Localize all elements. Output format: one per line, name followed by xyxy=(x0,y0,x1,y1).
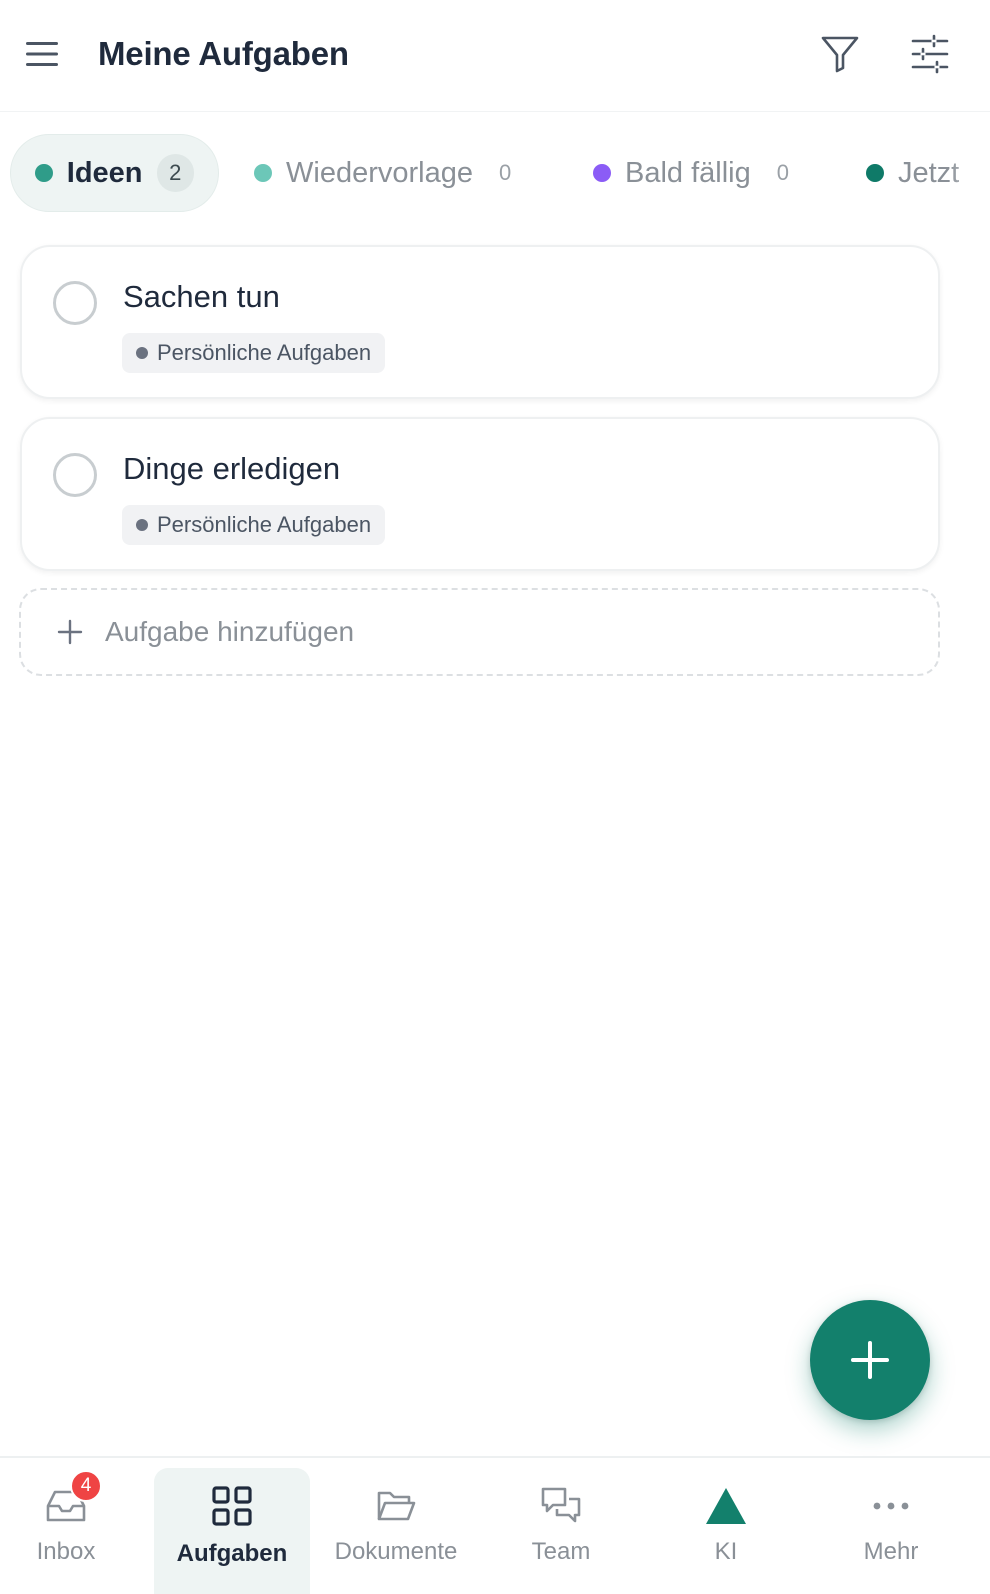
tab-label: Jetzt xyxy=(898,156,960,189)
nav-label: Mehr xyxy=(863,1538,919,1565)
task-list-tag[interactable]: Persönliche Aufgaben xyxy=(122,333,386,373)
tab-ideen[interactable]: Ideen 2 xyxy=(10,134,219,212)
inbox-icon: 4 xyxy=(44,1470,102,1528)
view-settings-button[interactable] xyxy=(908,32,952,76)
task-card[interactable]: Dinge erledigen Persönliche Aufgaben xyxy=(20,417,940,571)
status-dot xyxy=(866,164,884,182)
tab-label: Ideen xyxy=(66,156,143,189)
tag-dot xyxy=(136,519,148,531)
task-title: Sachen tun xyxy=(123,279,280,314)
tag-label: Persönliche Aufgaben xyxy=(157,340,372,365)
status-dot xyxy=(35,164,53,182)
nav-label: Inbox xyxy=(36,1538,96,1565)
app-root: Meine Aufgaben Ideen 2 Wiedervorlage 0 B… xyxy=(0,0,990,1594)
triangle-icon xyxy=(704,1484,748,1528)
tab-count: 0 xyxy=(776,160,789,185)
task-title: Dinge erledigen xyxy=(123,451,341,486)
tab-count: 0 xyxy=(498,160,512,185)
folder-icon xyxy=(374,1484,418,1528)
more-dots-icon xyxy=(869,1484,913,1528)
task-card[interactable]: Sachen tun Persönliche Aufgaben xyxy=(20,245,940,399)
nav-label: KI xyxy=(714,1538,738,1565)
plus-icon xyxy=(55,617,85,647)
top-app-bar: Meine Aufgaben xyxy=(0,0,990,112)
tab-bald-faellig[interactable]: Bald fällig 0 xyxy=(593,134,789,212)
grid-icon xyxy=(210,1484,254,1528)
add-task-button[interactable]: Aufgabe hinzufügen xyxy=(19,588,940,676)
page-title: Meine Aufgaben xyxy=(98,35,349,72)
nav-label: Team xyxy=(531,1538,591,1565)
hamburger-icon xyxy=(26,42,58,66)
nav-team[interactable]: Team xyxy=(483,1468,639,1594)
add-task-label: Aufgabe hinzufügen xyxy=(105,616,355,647)
sliders-icon xyxy=(911,34,949,74)
filter-button[interactable] xyxy=(818,32,862,76)
task-complete-checkbox[interactable] xyxy=(53,453,97,497)
tab-wiedervorlage[interactable]: Wiedervorlage 0 xyxy=(254,134,511,212)
unread-badge: 4 xyxy=(70,1470,102,1502)
tag-label: Persönliche Aufgaben xyxy=(157,512,372,537)
bottom-navigation: 4 Inbox Aufgaben Dokumente Team KI Mehr xyxy=(0,1456,990,1594)
menu-button[interactable] xyxy=(22,36,62,72)
tab-count: 2 xyxy=(156,154,194,192)
tab-label: Wiedervorlage xyxy=(286,156,473,189)
create-fab[interactable] xyxy=(810,1300,930,1420)
nav-mehr[interactable]: Mehr xyxy=(813,1468,969,1594)
status-dot xyxy=(254,164,272,182)
status-dot xyxy=(593,164,611,182)
nav-aufgaben[interactable]: Aufgaben xyxy=(154,1468,310,1594)
status-tabs: Ideen 2 Wiedervorlage 0 Bald fällig 0 Je… xyxy=(0,120,990,230)
nav-inbox[interactable]: 4 Inbox xyxy=(0,1468,144,1594)
plus-icon xyxy=(851,1341,889,1379)
nav-ki[interactable]: KI xyxy=(648,1468,804,1594)
nav-dokumente[interactable]: Dokumente xyxy=(318,1468,474,1594)
filter-icon xyxy=(821,36,859,73)
tag-dot xyxy=(136,347,148,359)
task-complete-checkbox[interactable] xyxy=(53,281,97,325)
tab-label: Bald fällig xyxy=(625,156,751,189)
nav-label: Aufgaben xyxy=(176,1540,288,1567)
chat-bubbles-icon xyxy=(539,1484,583,1528)
nav-label: Dokumente xyxy=(334,1538,458,1565)
tab-jetzt[interactable]: Jetzt xyxy=(866,134,959,212)
task-list-tag[interactable]: Persönliche Aufgaben xyxy=(122,505,386,545)
